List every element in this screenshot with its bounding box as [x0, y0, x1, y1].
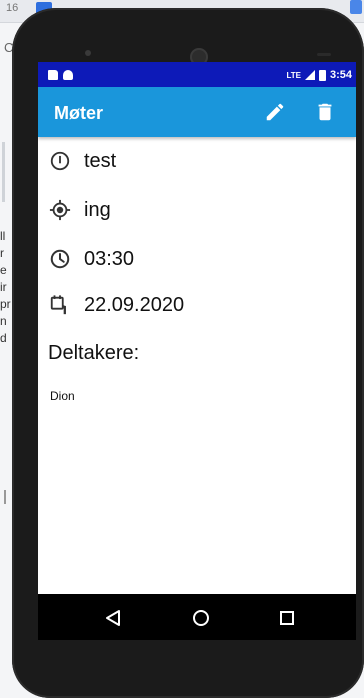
meeting-title: test [84, 149, 117, 172]
info-icon [49, 150, 71, 172]
background-divider [4, 490, 6, 504]
sim-card-icon [48, 70, 58, 80]
clock-icon [49, 248, 71, 270]
home-circle-icon [193, 610, 209, 626]
meeting-location: ing [84, 198, 111, 221]
status-bar-right: LTE 3:54 [286, 67, 352, 83]
phone-screen: LTE 3:54 Møter test ing 03:30 22.09.2020… [38, 62, 356, 640]
battery-icon [318, 69, 326, 81]
earpiece [317, 53, 331, 56]
meeting-time-row: 03:30 [38, 242, 356, 276]
recents-button[interactable] [274, 605, 300, 631]
page-title: Møter [54, 103, 103, 123]
participants-heading: Deltakere: [48, 342, 140, 364]
meeting-date-row: 22.09.2020 [38, 288, 356, 322]
meeting-location-row: ing [38, 193, 356, 227]
network-type-label: LTE [286, 70, 301, 80]
status-bar: LTE 3:54 [38, 62, 356, 87]
background-scrollbar [2, 142, 5, 202]
clock: 3:54 [329, 69, 352, 81]
meeting-title-row: test [38, 144, 356, 178]
meeting-date: 22.09.2020 [84, 293, 185, 316]
calendar-icon [49, 294, 71, 316]
delete-button[interactable] [310, 97, 340, 127]
home-button[interactable] [188, 605, 214, 631]
navigation-bar [38, 594, 356, 640]
tab-number: 16 [6, 2, 19, 14]
pencil-icon [266, 103, 284, 121]
location-target-icon [49, 199, 71, 221]
proximity-sensor [85, 50, 91, 56]
trash-icon [318, 103, 332, 121]
signal-icon [304, 70, 315, 80]
app-bar: Møter [38, 87, 356, 137]
back-button[interactable] [100, 605, 126, 631]
meeting-time: 03:30 [84, 247, 135, 270]
recents-square-icon [280, 611, 294, 625]
app-icon[interactable] [350, 0, 362, 14]
edit-button[interactable] [260, 97, 290, 127]
back-triangle-icon [106, 610, 120, 626]
android-icon [63, 70, 73, 80]
participant-item: Dion [50, 389, 75, 403]
